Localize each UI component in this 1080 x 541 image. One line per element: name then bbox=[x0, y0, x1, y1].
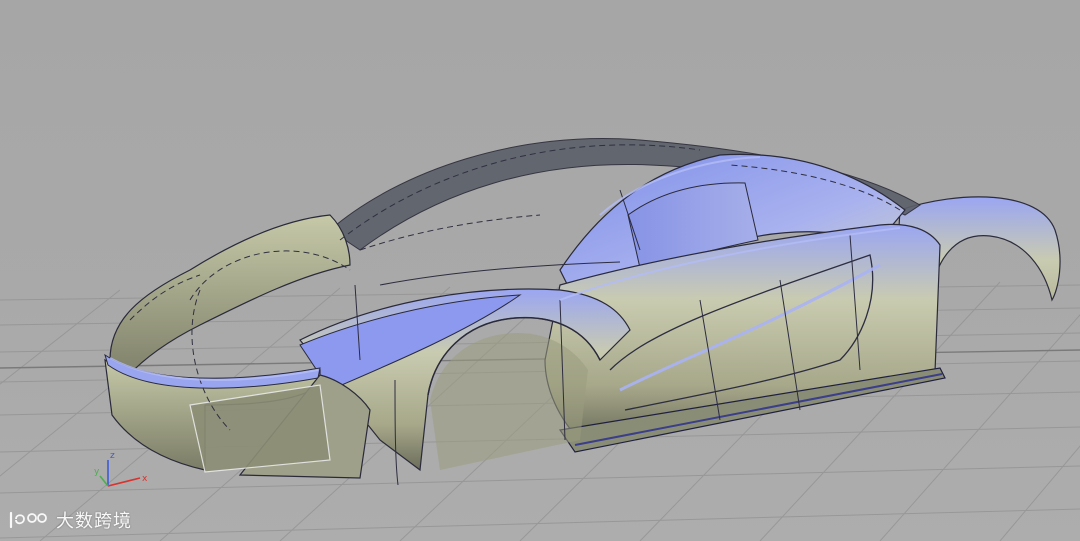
1800-logo-icon bbox=[9, 511, 47, 529]
axis-z-label: z bbox=[110, 451, 115, 461]
3d-viewport[interactable]: z x y 大数跨境 bbox=[0, 0, 1080, 541]
watermark: 大数跨境 bbox=[8, 507, 132, 533]
axis-y-label: y bbox=[94, 467, 100, 477]
axis-x-label: x bbox=[142, 474, 148, 484]
model-scene[interactable]: z x y bbox=[0, 0, 1080, 541]
front-wheel-well bbox=[430, 332, 588, 470]
watermark-text: 大数跨境 bbox=[56, 511, 132, 532]
